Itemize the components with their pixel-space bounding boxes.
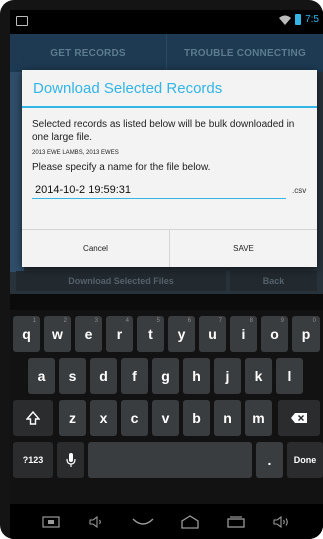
screenshot-icon[interactable] bbox=[40, 514, 62, 530]
key-d[interactable]: d bbox=[90, 358, 117, 394]
dialog-button-bar: Cancel SAVE bbox=[22, 229, 317, 267]
key-j[interactable]: j bbox=[214, 358, 241, 394]
key-hint: 8 bbox=[249, 318, 253, 324]
key-y[interactable]: y6 bbox=[168, 316, 195, 352]
key-x[interactable]: x bbox=[90, 400, 117, 436]
filename-input[interactable] bbox=[32, 181, 286, 199]
key-b[interactable]: b bbox=[183, 400, 210, 436]
key-g[interactable]: g bbox=[152, 358, 179, 394]
key-hint: 0 bbox=[312, 318, 316, 324]
download-dialog: Download Selected Records Selected recor… bbox=[22, 70, 317, 267]
selected-records-list: 2013 EWE LAMBS, 2013 EWES bbox=[32, 150, 119, 156]
key-f[interactable]: f bbox=[121, 358, 148, 394]
key-label: r bbox=[116, 326, 123, 342]
key-r[interactable]: r4 bbox=[106, 316, 133, 352]
key-u[interactable]: u7 bbox=[199, 316, 226, 352]
download-selected-files-button[interactable]: Download Selected Files bbox=[16, 270, 226, 291]
file-extension-label: .csv bbox=[292, 186, 307, 195]
key-e[interactable]: e3 bbox=[75, 316, 102, 352]
key-hint: 5 bbox=[156, 318, 160, 324]
key-label: o bbox=[270, 326, 279, 342]
back-icon[interactable] bbox=[132, 514, 154, 530]
keyboard-row-4: ?123 . Done bbox=[10, 442, 323, 478]
key-label: t bbox=[148, 326, 153, 342]
key-k[interactable]: k bbox=[245, 358, 272, 394]
tablet-frame: 7:5 GET RECORDS TROUBLE CONNECTING Downl… bbox=[0, 0, 323, 539]
key-z[interactable]: z bbox=[59, 400, 86, 436]
key-hint: 1 bbox=[32, 318, 36, 324]
key-q[interactable]: q1 bbox=[13, 316, 40, 352]
key-a[interactable]: a bbox=[28, 358, 55, 394]
key-s[interactable]: s bbox=[59, 358, 86, 394]
key-p[interactable]: p0 bbox=[292, 316, 320, 352]
save-button[interactable]: SAVE bbox=[169, 230, 317, 267]
key-hint: 4 bbox=[125, 318, 129, 324]
symbols-key[interactable]: ?123 bbox=[13, 442, 53, 478]
key-label: q bbox=[22, 326, 31, 342]
space-key[interactable] bbox=[88, 442, 252, 478]
backspace-icon bbox=[291, 413, 307, 423]
key-l[interactable]: l bbox=[276, 358, 303, 394]
key-w[interactable]: w2 bbox=[44, 316, 71, 352]
filename-prompt: Please specify a name for the file below… bbox=[32, 162, 211, 173]
volume-down-icon[interactable] bbox=[86, 514, 108, 530]
cancel-button[interactable]: Cancel bbox=[22, 230, 169, 267]
key-m[interactable]: m bbox=[245, 400, 272, 436]
key-hint: 9 bbox=[280, 318, 284, 324]
status-bar: 7:5 bbox=[10, 10, 323, 34]
tab-get-records[interactable]: GET RECORDS bbox=[10, 34, 166, 72]
key-label: e bbox=[84, 326, 93, 342]
key-label: y bbox=[177, 326, 186, 342]
shift-key[interactable] bbox=[13, 400, 53, 436]
key-label: w bbox=[52, 326, 63, 342]
dialog-title: Download Selected Records bbox=[22, 70, 317, 108]
key-label: i bbox=[241, 326, 246, 342]
key-hint: 2 bbox=[63, 318, 67, 324]
shift-icon bbox=[26, 411, 40, 425]
soft-keyboard: q1 w2 e3 r4 t5 y6 u7 i8 o9 p0 a s d f g … bbox=[10, 310, 323, 504]
app-tab-bar: GET RECORDS TROUBLE CONNECTING bbox=[10, 34, 323, 72]
notification-icon bbox=[16, 16, 28, 26]
microphone-icon bbox=[65, 452, 76, 467]
wifi-icon bbox=[279, 15, 292, 25]
volume-up-icon[interactable] bbox=[271, 514, 293, 530]
keyboard-row-1: q1 w2 e3 r4 t5 y6 u7 i8 o9 p0 bbox=[10, 316, 323, 352]
key-hint: 6 bbox=[187, 318, 191, 324]
recents-icon[interactable] bbox=[225, 514, 247, 530]
key-hint: 7 bbox=[218, 318, 222, 324]
screen: 7:5 GET RECORDS TROUBLE CONNECTING Downl… bbox=[10, 10, 323, 539]
key-n[interactable]: n bbox=[214, 400, 241, 436]
key-v[interactable]: v bbox=[152, 400, 179, 436]
key-c[interactable]: c bbox=[121, 400, 148, 436]
back-button[interactable]: Back bbox=[230, 270, 317, 291]
key-label: u bbox=[208, 326, 217, 342]
done-key[interactable]: Done bbox=[287, 442, 323, 478]
key-hint: 3 bbox=[94, 318, 98, 324]
keyboard-row-3: z x c v b n m bbox=[10, 400, 323, 436]
filename-row: .csv bbox=[32, 181, 307, 199]
key-o[interactable]: o9 bbox=[261, 316, 288, 352]
home-icon[interactable] bbox=[179, 514, 201, 530]
dialog-message: Selected records as listed below will be… bbox=[32, 119, 295, 143]
keyboard-row-2: a s d f g h j k l bbox=[10, 358, 323, 394]
key-label: p bbox=[301, 326, 311, 342]
microphone-key[interactable] bbox=[57, 442, 84, 478]
period-key[interactable]: . bbox=[256, 442, 283, 478]
key-h[interactable]: h bbox=[183, 358, 210, 394]
key-t[interactable]: t5 bbox=[137, 316, 164, 352]
navigation-bar bbox=[10, 504, 323, 539]
battery-icon bbox=[295, 14, 302, 25]
backspace-key[interactable] bbox=[278, 400, 320, 436]
key-i[interactable]: i8 bbox=[230, 316, 257, 352]
app-button-bar: Download Selected Files Back bbox=[10, 267, 323, 294]
tab-trouble-connecting[interactable]: TROUBLE CONNECTING bbox=[166, 34, 323, 72]
status-indicators: 7:5 bbox=[279, 14, 319, 25]
clock: 7:5 bbox=[305, 14, 319, 25]
